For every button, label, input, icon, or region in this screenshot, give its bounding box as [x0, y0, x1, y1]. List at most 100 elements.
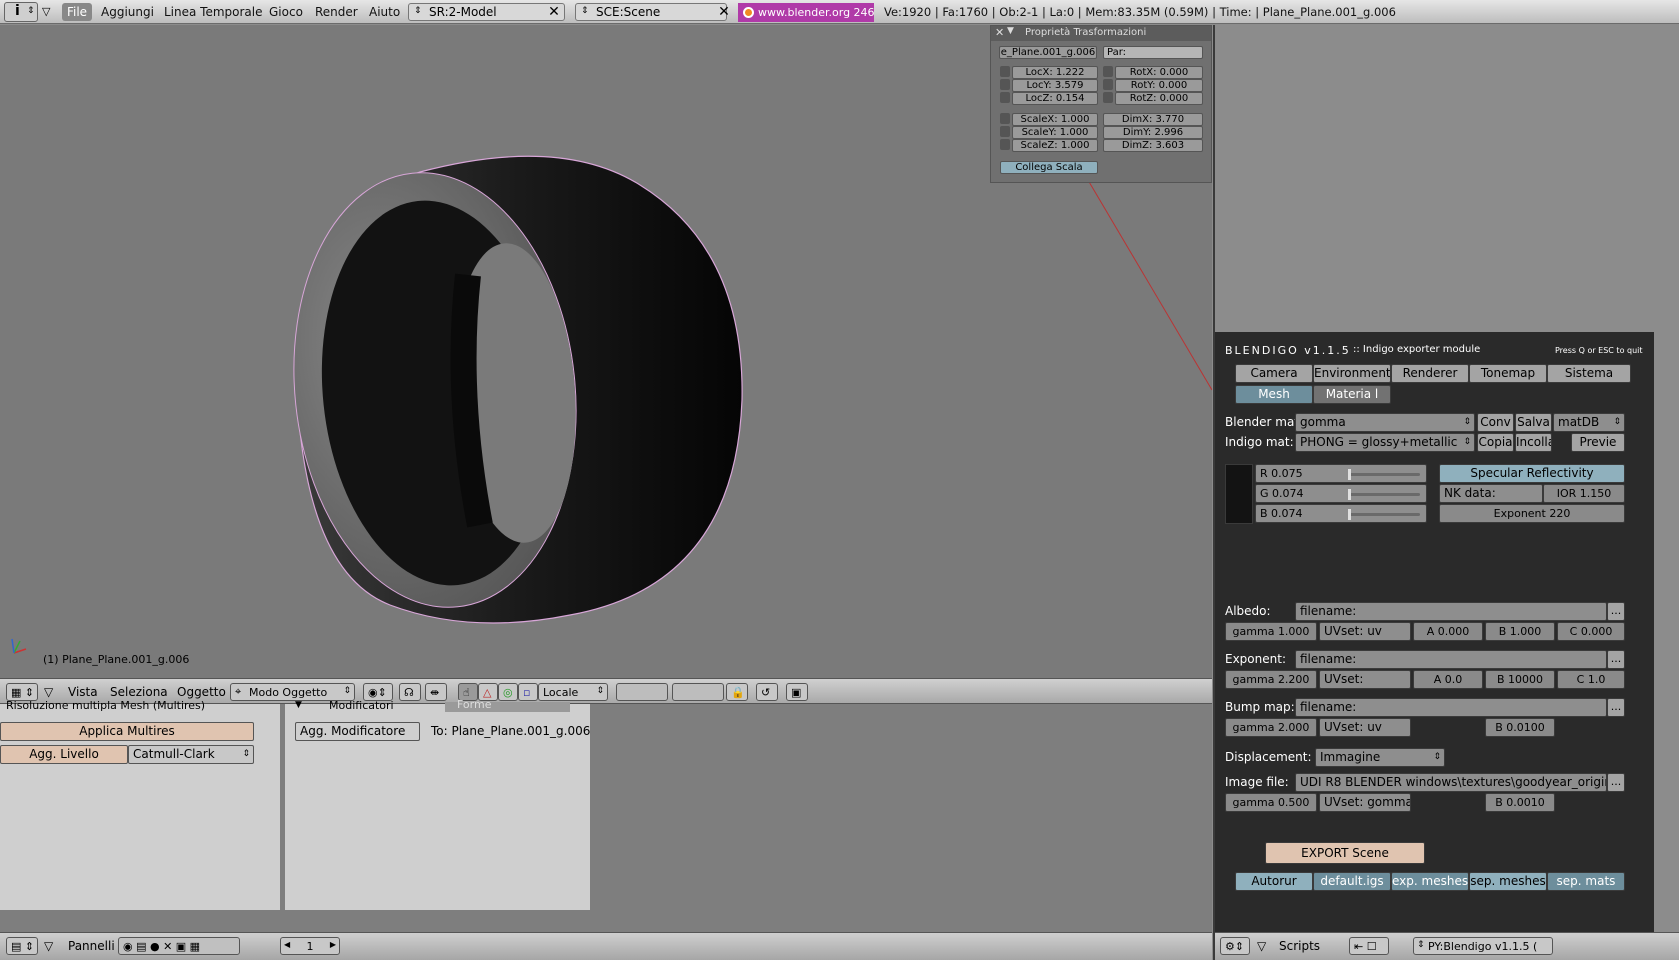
context-icons[interactable]: ◉ ▤ ● ✕ ▣ ▦	[118, 937, 240, 955]
link-scale-button[interactable]: Collega Scala	[1000, 161, 1098, 174]
exponent-gamma[interactable]: gamma 2.200	[1225, 670, 1317, 689]
exponent-c[interactable]: C 1.0	[1557, 670, 1625, 689]
apply-multires-button[interactable]: Applica Multires	[0, 722, 254, 741]
collapse-icon[interactable]: ▼	[295, 700, 302, 710]
lock-icon[interactable]	[1103, 79, 1113, 90]
snap-icon[interactable]: ↺	[756, 683, 778, 701]
scalez-field[interactable]: ScaleZ: 1.000	[1012, 139, 1098, 152]
matdb-select[interactable]: matDB ⇕	[1553, 413, 1625, 432]
bump-gamma[interactable]: gamma 2.000	[1225, 718, 1317, 737]
albedo-c[interactable]: C 0.000	[1557, 622, 1625, 641]
copy-button[interactable]: Copia	[1477, 433, 1514, 452]
dimz-field[interactable]: DimZ: 3.603	[1103, 139, 1203, 152]
ior-field[interactable]: IOR 1.150	[1543, 484, 1625, 503]
info-window-icon[interactable]: i ⇕	[4, 2, 38, 22]
scale-icon[interactable]: ▫	[518, 683, 538, 701]
displacement-select[interactable]: Immagine ⇕	[1315, 748, 1445, 767]
tab-environment[interactable]: Environment	[1313, 364, 1391, 383]
image-gamma[interactable]: gamma 0.500	[1225, 793, 1317, 812]
dimx-field[interactable]: DimX: 3.770	[1103, 113, 1203, 126]
locz-field[interactable]: LocZ: 0.154	[1012, 92, 1098, 105]
tab-mesh[interactable]: Mesh	[1235, 385, 1313, 404]
layers-row-2[interactable]	[672, 683, 724, 701]
close-screen-icon[interactable]: ✕	[545, 3, 563, 21]
exponent-filename[interactable]: filename:	[1295, 650, 1607, 669]
editor-type-icon[interactable]: ⚙⇕	[1220, 937, 1250, 955]
bump-uvset[interactable]: UVset: uv	[1319, 718, 1411, 737]
save-button[interactable]: Salva	[1515, 413, 1552, 432]
rotx-field[interactable]: RotX: 0.000	[1115, 66, 1203, 79]
menu-render[interactable]: Render	[315, 5, 358, 19]
screen-select[interactable]: ⇕ SR:2-Model	[408, 3, 565, 21]
lock-icon[interactable]: 🔒	[726, 683, 748, 701]
paste-button[interactable]: Incolla	[1515, 433, 1552, 452]
menu-file[interactable]: File	[62, 3, 92, 21]
albedo-uvset[interactable]: UVset: uv	[1319, 622, 1411, 641]
orientation-select[interactable]: Locale ⇕	[538, 683, 608, 701]
tab-material[interactable]: Materia l	[1313, 385, 1391, 404]
scene-select[interactable]: ⇕ SCE:Scene	[575, 3, 727, 21]
lock-icon[interactable]	[1103, 66, 1113, 77]
preview-button[interactable]: Previe	[1571, 433, 1625, 452]
menu-scripts[interactable]: Scripts	[1279, 937, 1320, 955]
add-level-button[interactable]: Agg. Livello	[0, 745, 128, 764]
locy-field[interactable]: LocY: 3.579	[1012, 79, 1098, 92]
parent-field[interactable]: Par:	[1103, 46, 1203, 59]
b-slider[interactable]: B 0.074	[1255, 504, 1427, 523]
menu-help[interactable]: Aiuto	[369, 5, 400, 19]
lock-icon[interactable]	[1000, 113, 1010, 124]
conv-button[interactable]: Conv	[1477, 413, 1514, 432]
collapse-menu-icon[interactable]: ▽	[42, 5, 50, 18]
menu-timeline[interactable]: Linea Temporale	[164, 5, 263, 19]
albedo-a[interactable]: A 0.000	[1413, 622, 1483, 641]
tab-renderer[interactable]: Renderer	[1391, 364, 1469, 383]
menu-panels[interactable]: Pannelli	[68, 937, 115, 955]
g-slider[interactable]: G 0.074	[1255, 484, 1427, 503]
tab-camera[interactable]: Camera	[1235, 364, 1313, 383]
sep-meshes-toggle[interactable]: sep. meshes	[1469, 872, 1547, 891]
close-scene-icon[interactable]: ✕	[715, 3, 733, 21]
menu-add[interactable]: Aggiungi	[101, 5, 154, 19]
menu-game[interactable]: Gioco	[269, 5, 303, 19]
image-b[interactable]: B 0.0010	[1485, 793, 1555, 812]
subdiv-type-select[interactable]: Catmull-Clark ⇕	[128, 745, 254, 764]
image-uvset[interactable]: UVset: gomma	[1319, 793, 1411, 812]
bump-b[interactable]: B 0.0100	[1485, 718, 1555, 737]
script-nav-icon[interactable]: ⇤ ☐	[1349, 937, 1389, 955]
lock-icon[interactable]	[1000, 66, 1010, 77]
manipulator-icon[interactable]: ⇼	[425, 683, 447, 701]
lock-icon[interactable]	[1000, 139, 1010, 150]
collapse-menu-icon[interactable]: ▽	[1257, 937, 1266, 955]
default-igs-toggle[interactable]: default.igs	[1313, 872, 1391, 891]
browse-button[interactable]: ...	[1607, 602, 1625, 621]
scaley-field[interactable]: ScaleY: 1.000	[1012, 126, 1098, 139]
collapse-icon[interactable]: ▼	[1007, 26, 1014, 36]
website-banner[interactable]: www.blender.org 246	[738, 3, 874, 22]
lock-icon[interactable]	[1000, 92, 1010, 103]
indigo-mat-select[interactable]: PHONG = glossy+metallic ⇕	[1295, 433, 1475, 452]
nk-data-field[interactable]: NK data:	[1439, 484, 1543, 503]
collapse-menu-icon[interactable]: ▽	[44, 937, 53, 955]
browse-button[interactable]: ...	[1607, 773, 1625, 792]
specular-reflectivity-button[interactable]: Specular Reflectivity	[1439, 464, 1625, 483]
tab-sistema[interactable]: Sistema	[1547, 364, 1631, 383]
albedo-b[interactable]: B 1.000	[1485, 622, 1555, 641]
roty-field[interactable]: RotY: 0.000	[1115, 79, 1203, 92]
script-select[interactable]: ⇕ PY:Blendigo v1.1.5 (	[1413, 937, 1553, 955]
export-scene-button[interactable]: EXPORT Scene	[1265, 842, 1425, 864]
translate-icon[interactable]: ◎	[498, 683, 518, 701]
exponent-b[interactable]: B 10000	[1485, 670, 1555, 689]
object-name-field[interactable]: e_Plane.001_g.006	[999, 46, 1097, 59]
pivot-icon[interactable]: ☊	[399, 683, 421, 701]
frame-field[interactable]: ◀ 1 ▶	[280, 937, 340, 955]
sep-mats-toggle[interactable]: sep. mats	[1547, 872, 1625, 891]
albedo-gamma[interactable]: gamma 1.000	[1225, 622, 1317, 641]
blender-mat-select[interactable]: gomma ⇕	[1295, 413, 1475, 432]
tab-modifiers[interactable]: Modificatori	[329, 699, 394, 712]
rotz-field[interactable]: RotZ: 0.000	[1115, 92, 1203, 105]
color-swatch[interactable]	[1225, 464, 1253, 524]
exponent-a[interactable]: A 0.0	[1413, 670, 1483, 689]
browse-button[interactable]: ...	[1607, 698, 1625, 717]
exponent-field[interactable]: Exponent 220	[1439, 504, 1625, 523]
editor-type-icon[interactable]: ▤ ⇕	[6, 937, 38, 955]
